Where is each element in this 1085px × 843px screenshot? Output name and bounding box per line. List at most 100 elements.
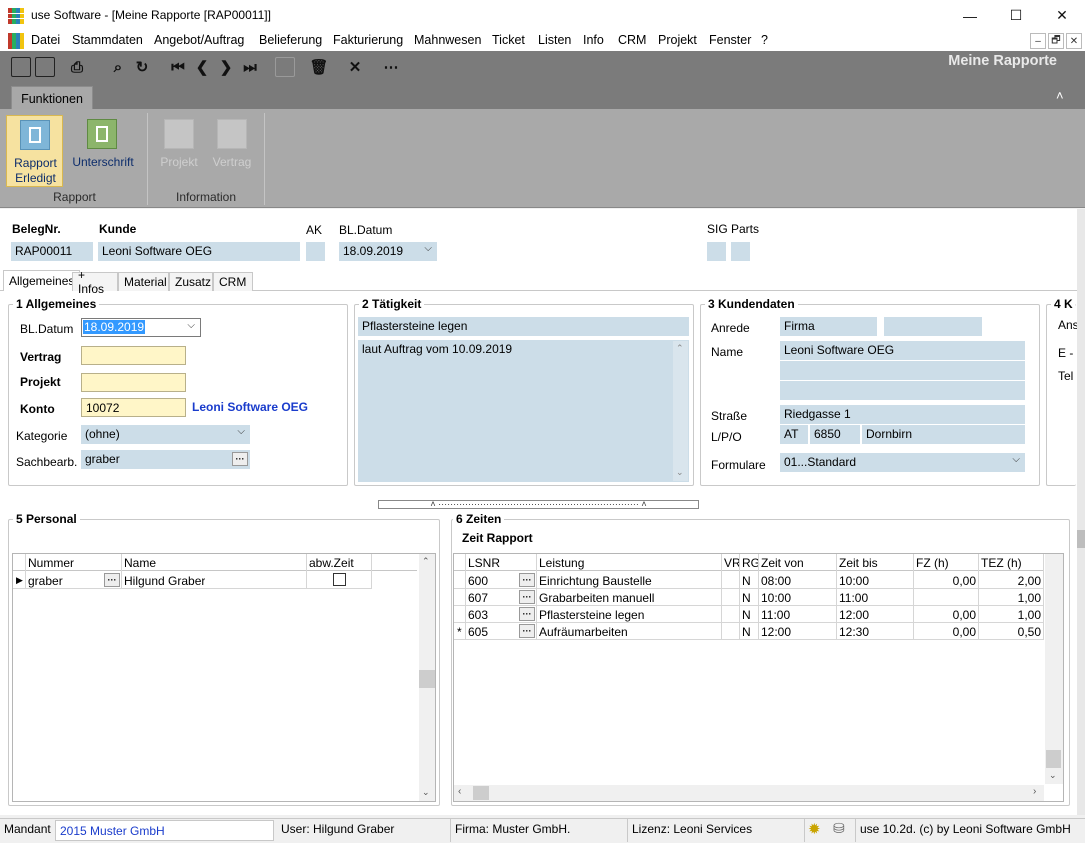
menu-crm[interactable]: CRM: [618, 33, 646, 47]
zeiten-fz-cell[interactable]: 0,00: [916, 625, 976, 639]
scroll-right-icon[interactable]: ›: [1033, 786, 1036, 797]
projekt-field[interactable]: [81, 373, 186, 392]
tab-crm[interactable]: CRM: [213, 272, 253, 291]
name2-field[interactable]: [780, 361, 1025, 380]
personal-scrollbar-thumb[interactable]: [419, 670, 435, 688]
zeiten-rg-cell[interactable]: N: [742, 625, 751, 639]
anrede2-field[interactable]: [884, 317, 982, 336]
tab-material[interactable]: Material: [118, 272, 169, 291]
tab-infos[interactable]: + Infos: [72, 268, 118, 296]
zeiten-von-cell[interactable]: 11:00: [761, 608, 790, 622]
menu-mahnwesen[interactable]: Mahnwesen: [414, 33, 481, 47]
ribbon-tab-funktionen[interactable]: Funktionen: [11, 86, 93, 110]
ribbon-collapse-icon[interactable]: ˄: [1056, 88, 1064, 103]
splitter-handle[interactable]: ˄ ······································…: [378, 500, 699, 509]
form-scrollbar-thumb[interactable]: [1077, 530, 1085, 548]
menu-datei[interactable]: Datei: [31, 33, 60, 47]
scroll-down-icon[interactable]: ⌄: [422, 787, 430, 798]
zeiten-leistung-cell[interactable]: Einrichtung Baustelle: [539, 574, 652, 588]
col-fz[interactable]: FZ (h): [916, 556, 949, 570]
name3-field[interactable]: [780, 381, 1025, 400]
zeiten-tez-cell[interactable]: 0,50: [981, 625, 1041, 639]
leistung-lookup-button[interactable]: ···: [519, 624, 535, 638]
col-tez[interactable]: TEZ (h): [981, 556, 1022, 570]
zeiten-tez-cell[interactable]: 1,00: [981, 591, 1041, 605]
scroll-left-icon[interactable]: ‹: [458, 786, 461, 797]
col-abw-zeit[interactable]: abw.Zeit: [309, 556, 354, 570]
personal-lookup-button[interactable]: ···: [104, 573, 120, 587]
col-leistung[interactable]: Leistung: [539, 556, 584, 570]
strasse-field[interactable]: Riedgasse 1: [780, 405, 1025, 424]
zeiten-leistung-cell[interactable]: Aufräumarbeiten: [539, 625, 628, 639]
zeiten-tez-cell[interactable]: 2,00: [981, 574, 1041, 588]
zeiten-bis-cell[interactable]: 11:00: [839, 591, 868, 605]
zeiten-rg-cell[interactable]: N: [742, 591, 751, 605]
zeiten-fz-cell[interactable]: 0,00: [916, 574, 976, 588]
abw-zeit-checkbox[interactable]: [333, 573, 346, 586]
zeiten-rg-cell[interactable]: N: [742, 574, 751, 588]
leistung-lookup-button[interactable]: ···: [519, 590, 535, 604]
col-name[interactable]: Name: [124, 556, 156, 570]
parts-field[interactable]: [731, 242, 750, 261]
notification-icon[interactable]: ✹: [808, 820, 821, 838]
zeiten-von-cell[interactable]: 08:00: [761, 574, 791, 588]
personal-nummer-cell[interactable]: graber: [28, 574, 63, 588]
unterschrift-button[interactable]: Unterschrift: [69, 115, 137, 187]
zeiten-fz-cell[interactable]: 0,00: [916, 608, 976, 622]
ort-field[interactable]: Dornbirn: [862, 425, 1025, 444]
menu-stammdaten[interactable]: Stammdaten: [72, 33, 143, 47]
scroll-up-icon[interactable]: ⌃: [676, 343, 684, 354]
menu-projekt[interactable]: Projekt: [658, 33, 697, 47]
scroll-down-icon[interactable]: ⌄: [1049, 770, 1057, 781]
menu-belieferung[interactable]: Belieferung: [259, 33, 322, 47]
mdi-restore-button[interactable]: 🗗: [1048, 33, 1064, 49]
col-zeit-von[interactable]: Zeit von: [761, 556, 804, 570]
vertrag-field[interactable]: [81, 346, 186, 365]
belegnr-field[interactable]: RAP00011: [11, 242, 93, 261]
cancel-icon[interactable]: ✕: [344, 56, 366, 78]
zeiten-bis-cell[interactable]: 10:00: [839, 574, 869, 588]
anrede-field[interactable]: Firma: [780, 317, 877, 336]
menu-fakturierung[interactable]: Fakturierung: [333, 33, 403, 47]
zeiten-bis-cell[interactable]: 12:30: [839, 625, 869, 639]
zeiten-lsnr-cell[interactable]: 603: [468, 608, 488, 622]
personal-name-cell[interactable]: Hilgund Graber: [124, 574, 205, 588]
last-record-icon[interactable]: ⏭: [239, 56, 261, 78]
leistung-lookup-button[interactable]: ···: [519, 573, 535, 587]
zeiten-vscrollbar-thumb[interactable]: [1046, 750, 1061, 768]
zeiten-lsnr-cell[interactable]: 605: [468, 625, 488, 639]
taetigkeit-text-area[interactable]: laut Auftrag vom 10.09.2019: [358, 340, 689, 482]
formulare-dropdown[interactable]: 01...Standard ⌵: [780, 453, 1025, 472]
menu-info[interactable]: Info: [583, 33, 604, 47]
sig-field[interactable]: [707, 242, 726, 261]
land-field[interactable]: AT: [780, 425, 808, 444]
zeiten-leistung-cell[interactable]: Pflastersteine legen: [539, 608, 644, 622]
tab-zusatz[interactable]: Zusatz: [169, 272, 213, 291]
zeiten-hscrollbar[interactable]: [454, 785, 1044, 801]
bldatum-dropdown[interactable]: 18.09.2019 ⌵: [81, 318, 201, 337]
maximize-button[interactable]: ☐: [993, 0, 1039, 31]
more-icon[interactable]: ⋯: [380, 56, 402, 78]
plz-field[interactable]: 6850: [810, 425, 860, 444]
minimize-button[interactable]: —: [947, 0, 993, 31]
form-scrollbar[interactable]: [1077, 209, 1085, 815]
mdi-minimize-button[interactable]: –: [1030, 33, 1046, 49]
zeiten-von-cell[interactable]: 12:00: [761, 625, 791, 639]
menu-help[interactable]: ?: [761, 33, 768, 47]
menu-angebot-auftrag[interactable]: Angebot/Auftrag: [154, 33, 244, 47]
sachbearb-lookup-button[interactable]: ···: [232, 452, 248, 466]
search-icon[interactable]: ⌕: [107, 56, 129, 78]
app-menu-icon[interactable]: [8, 33, 24, 49]
rapport-erledigt-button[interactable]: Rapport Erledigt: [6, 115, 63, 187]
zeiten-lsnr-cell[interactable]: 607: [468, 591, 488, 605]
name-field[interactable]: Leoni Software OEG: [780, 341, 1025, 360]
close-button[interactable]: ✕: [1039, 0, 1085, 31]
save-icon[interactable]: [35, 57, 55, 77]
mdi-close-button[interactable]: ✕: [1066, 33, 1082, 49]
menu-listen[interactable]: Listen: [538, 33, 571, 47]
konto-name-link[interactable]: Leoni Software OEG: [192, 400, 308, 414]
database-icon[interactable]: ⛁: [833, 820, 845, 837]
zeiten-tez-cell[interactable]: 1,00: [981, 608, 1041, 622]
print-icon[interactable]: ⎙: [66, 56, 88, 78]
zeiten-rg-cell[interactable]: N: [742, 608, 751, 622]
